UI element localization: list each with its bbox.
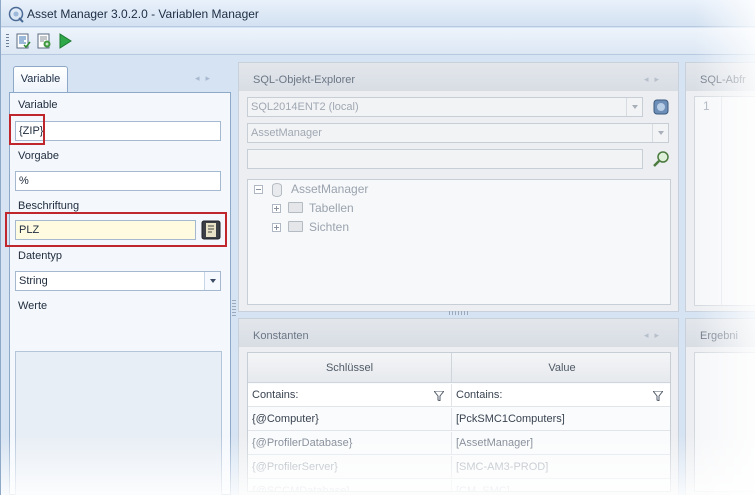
connect-server-button[interactable] [651, 97, 671, 117]
sql-explorer-title: SQL-Objekt-Explorer [253, 74, 356, 86]
sql-editor-area[interactable]: 1 [694, 96, 755, 307]
datentyp-value: String [19, 275, 48, 287]
export-icon [37, 33, 51, 49]
horizontal-splitter[interactable] [449, 311, 469, 315]
panel-scroll-arrows[interactable]: ◂▸ [644, 330, 665, 341]
gutter-divider [721, 97, 722, 307]
run-button[interactable] [56, 32, 74, 50]
constants-grid: Schlüssel Value Contains: Contains: {@Co… [247, 352, 671, 492]
line-number: 1 [703, 99, 710, 113]
tree-node-label: Tabellen [309, 201, 354, 215]
tab-scroll-arrows[interactable]: ◂▸ [195, 73, 216, 84]
database-icon [272, 183, 282, 197]
chevron-down-icon[interactable] [204, 272, 220, 290]
key-filter-label: Contains: [252, 389, 299, 401]
server-select[interactable]: SQL2014ENT2 (local) [247, 97, 643, 117]
window-title: Asset Manager 3.0.2.0 - Variablen Manage… [27, 7, 259, 21]
collapse-icon[interactable] [254, 185, 263, 194]
search-icon [653, 151, 669, 167]
object-search-input[interactable] [247, 149, 643, 169]
sql-editor-panel: SQL-Abfr 1 [685, 62, 755, 312]
filter-row: Contains: Contains: [248, 384, 670, 407]
vertical-splitter[interactable] [232, 300, 236, 318]
toolbar-grip[interactable] [6, 34, 9, 49]
tree-node-label: Sichten [309, 220, 350, 234]
key-cell: {@SCCMDatabase} [248, 480, 452, 491]
datentyp-label: Datentyp [18, 250, 63, 262]
toolbar [1, 28, 755, 55]
server-value: SQL2014ENT2 (local) [251, 101, 359, 113]
sql-explorer-header: SQL-Objekt-Explorer ◂▸ [239, 63, 678, 91]
value-filter-input[interactable]: Contains: [452, 384, 670, 407]
app-window: Asset Manager 3.0.2.0 - Variablen Manage… [0, 0, 755, 495]
werte-label: Werte [18, 300, 48, 312]
highlight-box-variable [9, 114, 45, 145]
database-value: AssetManager [251, 127, 322, 139]
variable-input[interactable]: {ZIP} [15, 121, 221, 141]
run-icon [59, 33, 72, 49]
title-bar: Asset Manager 3.0.2.0 - Variablen Manage… [1, 0, 755, 27]
filter-icon[interactable] [434, 391, 444, 401]
tab-variable[interactable]: Variable [13, 66, 68, 92]
chevron-down-icon[interactable] [652, 124, 668, 142]
key-cell: {@ProfilerServer} [248, 456, 452, 479]
value-filter-label: Contains: [456, 389, 503, 401]
expand-icon[interactable] [272, 204, 281, 213]
server-connect-icon [653, 99, 669, 115]
constants-panel: Konstanten ◂▸ Schlüssel Value Contains: … [238, 318, 679, 495]
results-area[interactable] [694, 352, 755, 492]
key-cell: {@ProfilerDatabase} [248, 432, 452, 455]
sql-explorer-panel: SQL-Objekt-Explorer ◂▸ SQL2014ENT2 (loca… [238, 62, 679, 312]
properties-button[interactable] [14, 32, 32, 50]
filter-icon[interactable] [653, 391, 663, 401]
database-select[interactable]: AssetManager [247, 123, 669, 143]
object-tree[interactable]: AssetManager Tabellen Sichten [247, 179, 671, 305]
constants-header: Konstanten ◂▸ [239, 319, 678, 347]
results-header: Ergebni [686, 319, 755, 347]
folder-icon [288, 202, 303, 213]
variable-form: Variable {ZIP} Vorgabe % Beschriftung PL… [9, 92, 231, 495]
key-cell: {@Computer} [248, 408, 452, 431]
value-cell: [SMC-AM3-PROD] [456, 461, 549, 473]
variable-label: Variable [18, 99, 58, 111]
properties-icon [16, 33, 31, 49]
sql-editor-title: SQL-Abfr [700, 74, 746, 86]
sql-editor-header: SQL-Abfr [686, 63, 755, 91]
highlight-box-beschriftung [5, 212, 227, 247]
app-logo-icon [8, 6, 24, 23]
column-header-key[interactable]: Schlüssel [248, 353, 452, 383]
tree-node-label: AssetManager [291, 182, 369, 196]
value-cell: [PckSMC1Computers] [456, 413, 565, 425]
constants-title: Konstanten [253, 330, 309, 342]
key-filter-input[interactable]: Contains: [248, 384, 452, 407]
variable-panel: Variable ◂▸ Variable {ZIP} Vorgabe % Bes… [5, 62, 231, 495]
chevron-down-icon[interactable] [626, 98, 642, 116]
table-row[interactable]: {@ProfilerServer} [SMC-AM3-PROD] [248, 456, 670, 479]
value-cell: [CM_SMC] [456, 485, 510, 492]
results-panel: Ergebni [685, 318, 755, 495]
beschriftung-label: Beschriftung [18, 200, 80, 212]
export-button[interactable] [35, 32, 53, 50]
table-row[interactable]: {@ProfilerDatabase} [AssetManager] [248, 432, 670, 455]
results-title: Ergebni [700, 330, 738, 342]
werte-list[interactable] [15, 351, 222, 495]
datentyp-select[interactable]: String [15, 271, 221, 291]
folder-icon [288, 221, 303, 232]
vorgabe-label: Vorgabe [18, 150, 59, 162]
grid-header: Schlüssel Value [248, 353, 670, 383]
table-row[interactable]: {@SCCMDatabase} [CM_SMC] [248, 480, 670, 492]
column-header-value[interactable]: Value [452, 353, 670, 383]
object-search-button[interactable] [651, 149, 671, 169]
table-row[interactable]: {@Computer} [PckSMC1Computers] [248, 408, 670, 431]
panel-scroll-arrows[interactable]: ◂▸ [644, 74, 665, 85]
vorgabe-input[interactable]: % [15, 171, 221, 191]
value-cell: [AssetManager] [456, 437, 534, 449]
expand-icon[interactable] [272, 223, 281, 232]
